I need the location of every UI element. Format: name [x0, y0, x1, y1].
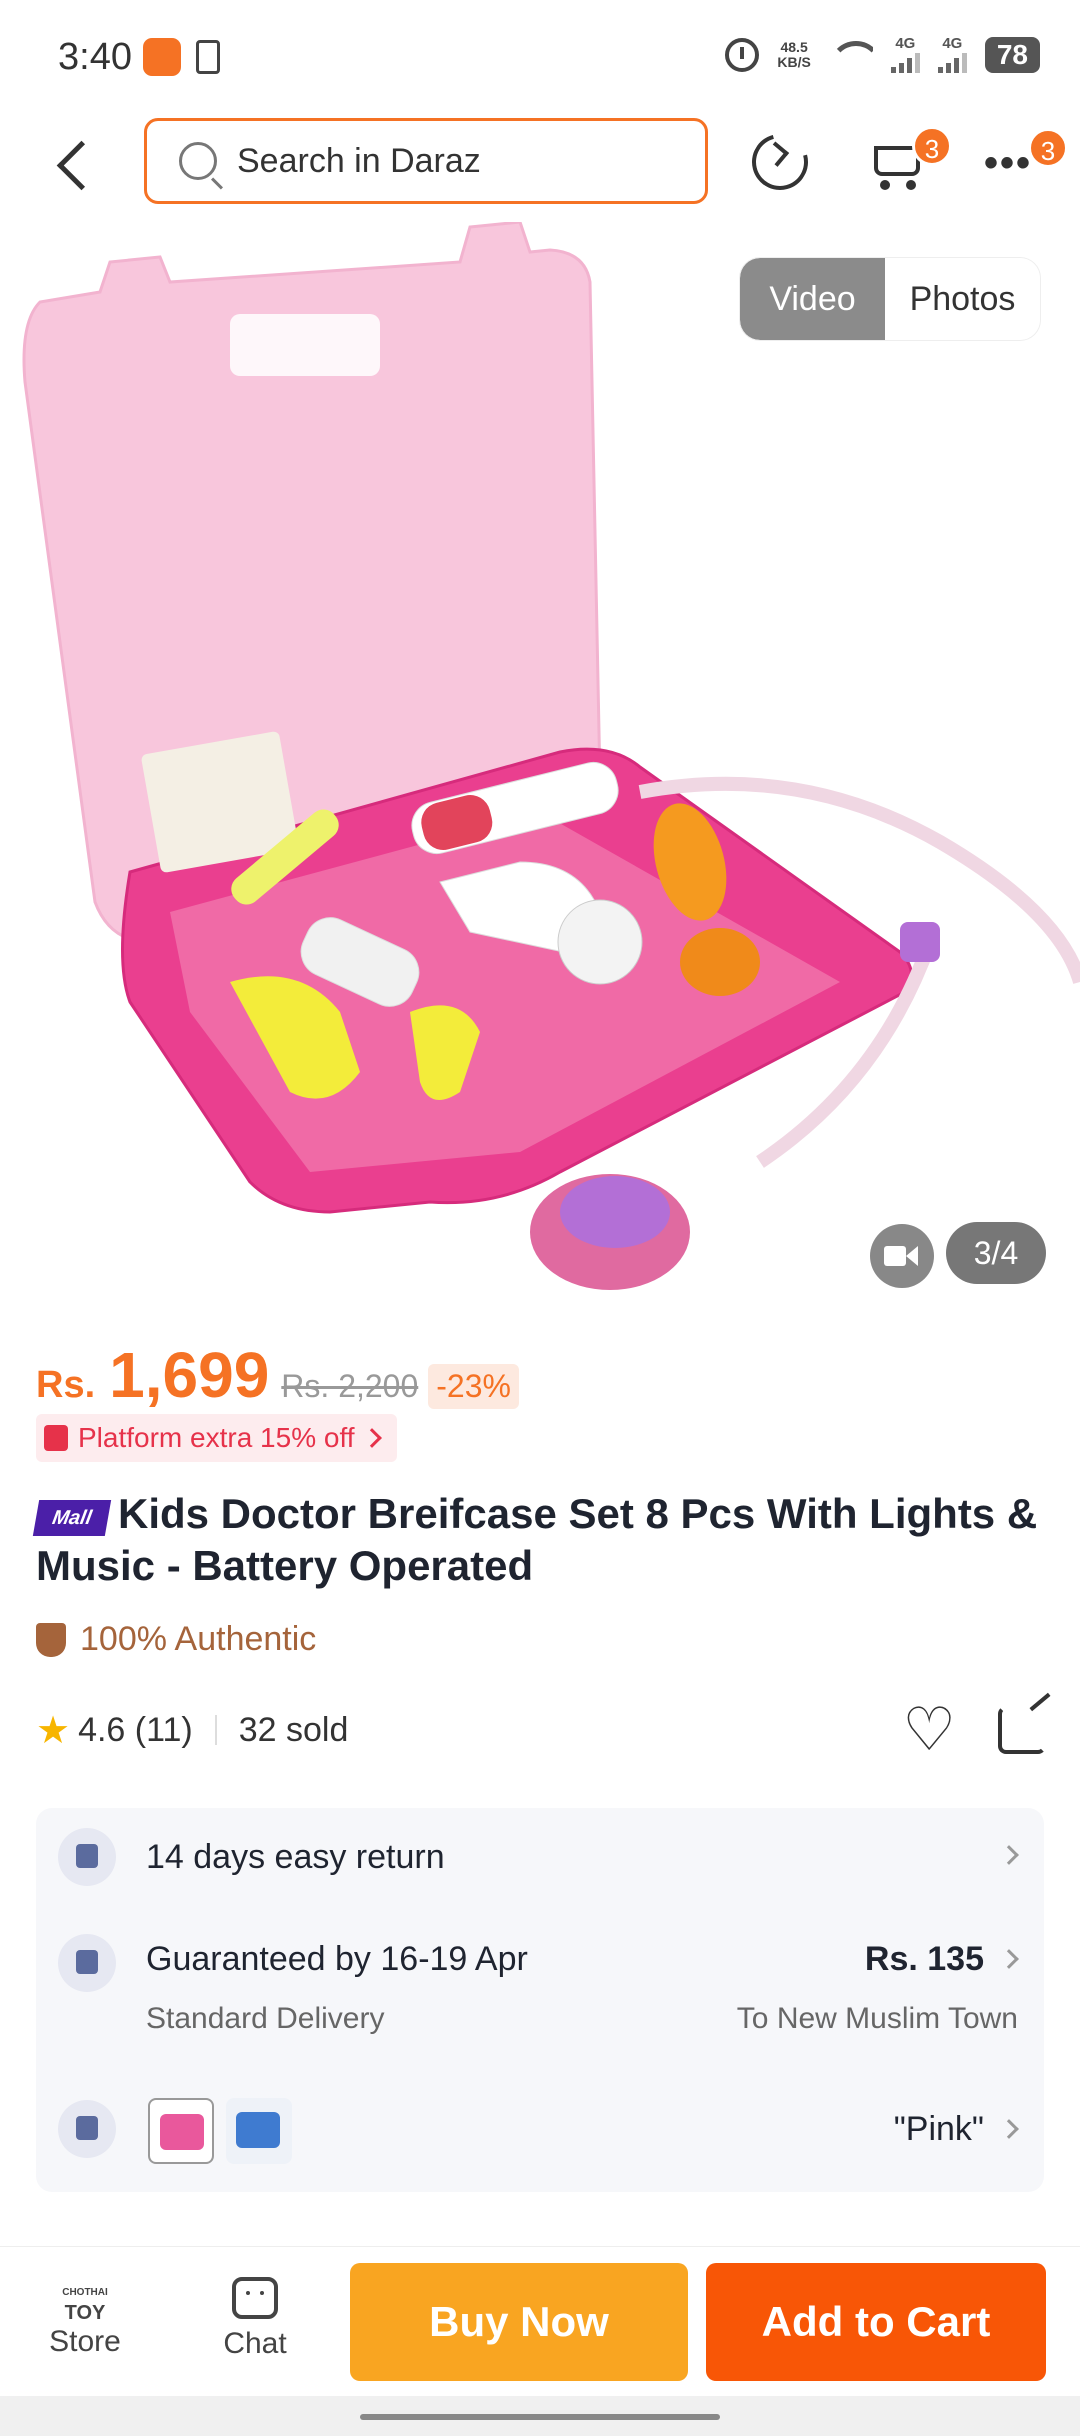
product-title: Mall Kids Doctor Breifcase Set 8 Pcs With…: [32, 1488, 1046, 1592]
wishlist-heart-icon[interactable]: ♡: [902, 1700, 956, 1760]
delivery-type: Standard Delivery: [146, 2002, 385, 2035]
return-text: 14 days easy return: [146, 1838, 445, 1876]
selected-variant: "Pink": [893, 2110, 984, 2148]
delivery-box-icon: [58, 1934, 116, 1992]
top-nav: Search in Daraz 3 ••• 3: [0, 110, 1080, 220]
store-logo-bottom: TOY: [64, 2302, 106, 2324]
delivery-location: To New Muslim Town: [736, 2002, 1018, 2035]
video-tab[interactable]: Video: [740, 258, 885, 340]
search-icon: [179, 142, 217, 180]
home-indicator[interactable]: [360, 2414, 720, 2420]
signal-icon: 4G: [890, 35, 920, 73]
photos-tab[interactable]: Photos: [885, 258, 1040, 340]
delivery-title: Guaranteed by 16-19 Apr: [146, 1940, 528, 1978]
search-input[interactable]: Search in Daraz: [144, 118, 708, 204]
battery-indicator: 78: [984, 36, 1040, 73]
delivery-price: Rs. 135: [864, 1940, 984, 1978]
video-camera-icon[interactable]: [870, 1224, 934, 1288]
status-icons: 48.5 KB/S 4G 4G 78: [725, 36, 1040, 73]
alarm-icon: [725, 37, 760, 72]
chevron-right-icon: [999, 1949, 1019, 1969]
chat-button[interactable]: Chat: [200, 2277, 310, 2361]
add-to-cart-button[interactable]: Add to Cart: [706, 2263, 1046, 2381]
price-value: 1,699: [109, 1339, 270, 1411]
more-badge: 3: [1028, 128, 1068, 168]
daraz-app-icon: [143, 38, 181, 76]
net-speed-unit: KB/S: [777, 53, 811, 70]
more-options-icon[interactable]: •••: [984, 143, 1032, 183]
return-shield-icon: [58, 1828, 116, 1886]
promo-text: Platform extra 15% off: [78, 1422, 355, 1453]
store-label: Store: [49, 2325, 121, 2358]
wifi-icon: [828, 37, 873, 73]
variant-thumb-pink[interactable]: [148, 2098, 214, 2164]
authentic-text: 100% Authentic: [80, 1620, 317, 1658]
service-info-card: 14 days easy return Guaranteed by 16-19 …: [36, 1808, 1044, 2192]
store-logo-top: CHOTHAI: [62, 2287, 108, 2298]
net-speed-value: 48.5: [780, 38, 808, 55]
cart-badge: 3: [912, 126, 952, 166]
buy-now-button[interactable]: Buy Now: [350, 2263, 688, 2381]
price-currency: Rs.: [36, 1364, 96, 1406]
net-speed: 48.5 KB/S: [777, 38, 811, 70]
chevron-right-icon: [999, 1845, 1019, 1865]
store-logo: CHOTHAI TOY: [30, 2277, 140, 2323]
rating-row: ★ 4.6 (11) 32 sold ♡: [36, 1700, 1046, 1760]
back-button[interactable]: [52, 134, 100, 194]
star-icon: ★: [36, 1709, 71, 1752]
variant-thumb-blue[interactable]: [226, 2098, 292, 2164]
signal-label: 4G: [895, 35, 916, 52]
product-title-text: Kids Doctor Breifcase Set 8 Pcs With Lig…: [36, 1490, 1038, 1589]
refresh-icon[interactable]: [741, 123, 819, 201]
product-image: [22, 222, 1080, 1290]
download-icon: [196, 40, 220, 74]
store-button[interactable]: CHOTHAI TOY Store: [30, 2277, 140, 2359]
divider: [214, 1715, 217, 1745]
rating-count[interactable]: (11): [135, 1711, 193, 1750]
original-price: Rs. 2,200: [281, 1368, 419, 1404]
delivery-row[interactable]: Guaranteed by 16-19 Apr Standard Deliver…: [36, 1918, 1044, 2058]
discount-badge: -23%: [428, 1364, 519, 1409]
image-page-counter: 3/4: [946, 1222, 1046, 1284]
navigation-bar: [0, 2396, 1080, 2436]
signal-label: 4G: [942, 35, 963, 52]
share-icon[interactable]: [998, 1706, 1046, 1754]
authentic-badge[interactable]: 100% Authentic: [36, 1620, 316, 1659]
price-row: Rs. 1,699 Rs. 2,200 -23%: [36, 1338, 519, 1412]
chevron-right-icon: [361, 1428, 382, 1448]
rating-value[interactable]: 4.6: [78, 1711, 125, 1750]
grid-icon: [58, 2100, 116, 2158]
signal-icon: 4G: [937, 35, 967, 73]
platform-promo[interactable]: Platform extra 15% off: [36, 1414, 397, 1462]
bottom-action-bar: CHOTHAI TOY Store Chat Buy Now Add to Ca…: [0, 2246, 1080, 2396]
return-policy-row[interactable]: 14 days easy return: [36, 1808, 1044, 1908]
voucher-icon: [44, 1425, 68, 1451]
sold-count: 32 sold: [238, 1710, 349, 1749]
mall-badge: Mall: [32, 1500, 112, 1536]
status-bar: 3:40 48.5 KB/S 4G 4G 78: [0, 0, 1080, 110]
status-time: 3:40: [58, 36, 132, 78]
shield-check-icon: [36, 1622, 66, 1657]
media-toggle: Video Photos: [740, 258, 1040, 340]
search-placeholder: Search in Daraz: [237, 141, 481, 180]
chat-icon: [232, 2277, 278, 2319]
chat-label: Chat: [223, 2327, 287, 2360]
product-image-gallery[interactable]: Video Photos 3/4: [0, 222, 1080, 1302]
